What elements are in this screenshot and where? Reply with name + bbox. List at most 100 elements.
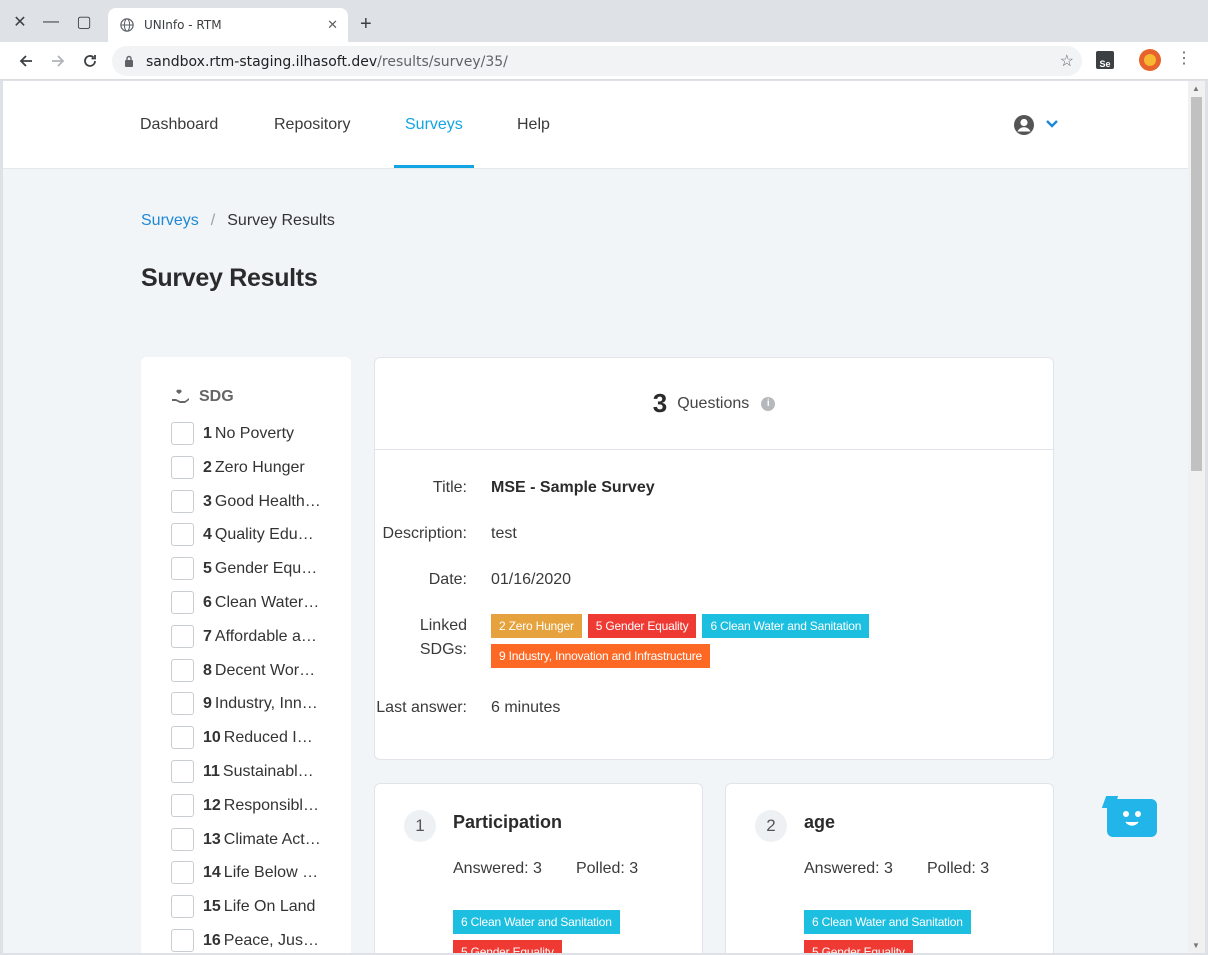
- sdg-checkbox[interactable]: [171, 489, 194, 513]
- sdg-checkbox[interactable]: [171, 624, 194, 648]
- extension-badge: Se: [1096, 51, 1114, 69]
- tab-title: UNInfo - RTM: [144, 18, 222, 32]
- survey-description: test: [491, 525, 517, 542]
- sdg-filter-label: 3Good Health and Well-being: [203, 493, 321, 511]
- title-label: Title:: [432, 479, 467, 496]
- scroll-up-arrow-icon[interactable]: ▲: [1192, 84, 1200, 93]
- date-label: Date:: [428, 571, 467, 588]
- sdg-name: Life Below Water: [223, 864, 321, 882]
- nav-surveys[interactable]: Surveys: [405, 116, 463, 134]
- reload-icon[interactable]: [79, 50, 101, 72]
- tab-close-icon[interactable]: ✕: [327, 17, 338, 33]
- page-viewport: Dashboard Repository Surveys Help Survey…: [3, 81, 1188, 953]
- breadcrumb-surveys-link[interactable]: Surveys: [141, 212, 199, 229]
- sdg-filter-label: 7Affordable and Clean Energy: [203, 628, 321, 646]
- sdg-filter-item[interactable]: 11Sustainable Cities and Communities: [171, 759, 321, 793]
- sdg-name: Zero Hunger: [214, 458, 305, 476]
- scroll-down-arrow-icon[interactable]: ▼: [1192, 941, 1200, 950]
- sdg-checkbox[interactable]: [171, 692, 194, 716]
- window-maximize-icon[interactable]: ▢: [71, 9, 97, 35]
- sdg-number: 12: [203, 796, 221, 814]
- user-circle-icon[interactable]: [1013, 114, 1035, 136]
- sdg-number: 2: [203, 458, 212, 476]
- browser-menu-icon[interactable]: ⋮: [1176, 51, 1192, 67]
- sdg-number: 4: [203, 526, 212, 544]
- sdg-number: 7: [203, 627, 212, 645]
- sdg-number: 14: [203, 864, 221, 882]
- nav-help[interactable]: Help: [517, 116, 550, 134]
- sdg-checkbox[interactable]: [171, 793, 194, 817]
- sdg-filter-item[interactable]: 5 Gender Equality: [171, 556, 321, 590]
- question-stats: Answered: 3 Polled: 3: [453, 860, 638, 878]
- sdg-checkbox[interactable]: [171, 726, 194, 750]
- question-card[interactable]: 2 age Answered: 3 Polled: 3 6 Clean Water…: [725, 783, 1054, 953]
- new-tab-button[interactable]: +: [360, 14, 372, 34]
- sdg-filter-item[interactable]: 6Clean Water and Sanitation: [171, 590, 321, 624]
- sdg-filter-item[interactable]: 16Peace, Justice and Strong Institutions: [171, 928, 321, 953]
- last-answer-label: Last answer:: [376, 699, 467, 716]
- browser-tab[interactable]: UNInfo - RTM ✕: [108, 8, 348, 42]
- info-icon[interactable]: i: [761, 396, 776, 411]
- nav-dashboard[interactable]: Dashboard: [140, 116, 218, 134]
- sdg-checkbox[interactable]: [171, 557, 194, 581]
- sdg-number: 6: [203, 593, 212, 611]
- sdg-checkbox[interactable]: [171, 523, 194, 547]
- scrollbar-thumb[interactable]: [1191, 97, 1202, 471]
- sdg-filter-label: 16Peace, Justice and Strong Institutions: [203, 932, 321, 950]
- sdg-filter-item[interactable]: 12Responsible Consumption and Production: [171, 793, 321, 827]
- sdg-name: Reduced Inequalities: [223, 729, 321, 747]
- sdg-filter-label: 13 Climate Action: [203, 831, 321, 849]
- sdg-name: Responsible Consumption and Production: [223, 796, 321, 814]
- sdg-checkbox[interactable]: [171, 861, 194, 885]
- sdg-tag: 5 Gender Equality: [804, 940, 913, 953]
- sdg-checkbox-list: 1No Poverty 2Zero Hunger 3Good Health an…: [171, 421, 321, 953]
- selenium-extension-icon[interactable]: Se: [1096, 51, 1114, 69]
- sdg-filter-panel: SDG 1 No Poverty 2 Zero Hunger 3 Good Healt…: [141, 357, 351, 953]
- sdg-name: Clean Water and Sanitation: [214, 593, 321, 611]
- forward-arrow-icon[interactable]: [47, 50, 69, 72]
- page-scrollbar[interactable]: ▲ ▼: [1188, 81, 1205, 953]
- nav-active-indicator: [394, 165, 474, 168]
- back-arrow-icon[interactable]: [15, 50, 37, 72]
- sdg-filter-item[interactable]: 15 Life On Land: [171, 894, 321, 928]
- sdg-number: 13: [203, 830, 221, 848]
- sdg-filter-label: 4Quality Education: [203, 526, 321, 544]
- sdg-filter-item[interactable]: 13 Climate Action: [171, 827, 321, 861]
- sdg-filter-item[interactable]: 4Quality Education: [171, 522, 321, 556]
- sdg-checkbox[interactable]: [171, 422, 194, 445]
- sdg-filter-item[interactable]: 14Life Below Water: [171, 860, 321, 894]
- linked-sdg-tags: 2 Zero Hunger 5 Gender Equality 6 Clean Wa…: [491, 614, 1031, 674]
- profile-avatar-icon[interactable]: [1139, 49, 1161, 76]
- sdg-checkbox[interactable]: [171, 590, 194, 614]
- hand-heart-icon: [172, 389, 189, 403]
- sdg-filter-item[interactable]: 7Affordable and Clean Energy: [171, 624, 321, 658]
- sdg-checkbox[interactable]: [171, 928, 194, 952]
- sdg-filter-item[interactable]: 2 Zero Hunger: [171, 455, 321, 489]
- sdg-filter-item[interactable]: 1 No Poverty: [171, 421, 321, 455]
- window-close-icon[interactable]: ✕: [7, 9, 33, 35]
- question-title: Participation: [453, 812, 563, 832]
- url-host: sandbox.rtm-staging.ilhasoft.dev: [146, 54, 378, 70]
- address-bar[interactable]: sandbox.rtm-staging.ilhasoft.dev/results…: [112, 46, 1082, 76]
- sdg-checkbox[interactable]: [171, 827, 194, 851]
- bookmark-star-icon[interactable]: ☆: [1060, 51, 1074, 71]
- sdg-number: 10: [203, 729, 221, 747]
- sdg-filter-item[interactable]: 9Industry, Innovation and Infrastructure: [171, 691, 321, 725]
- question-card[interactable]: 1 Participation Answered: 3 Polled: 3 6 C…: [374, 783, 703, 953]
- sdg-filter-item[interactable]: 10Reduced Inequalities: [171, 725, 321, 759]
- sdg-checkbox[interactable]: [171, 759, 194, 783]
- sdg-filter-label: 1 No Poverty: [203, 425, 321, 443]
- question-number: 1: [404, 810, 436, 842]
- question-number: 2: [755, 810, 787, 842]
- window-minimize-icon[interactable]: —: [38, 9, 64, 35]
- sdg-filter-item[interactable]: 8Decent Work and Economic Growth: [171, 658, 321, 692]
- sdg-checkbox[interactable]: [171, 895, 194, 919]
- nav-repository[interactable]: Repository: [274, 116, 350, 134]
- sdg-number: 1: [203, 425, 212, 442]
- chat-widget-button[interactable]: [1107, 799, 1157, 837]
- sdg-checkbox[interactable]: [171, 658, 194, 682]
- url-text: sandbox.rtm-staging.ilhasoft.dev/results…: [146, 54, 508, 70]
- sdg-checkbox[interactable]: [171, 455, 194, 479]
- chevron-down-icon[interactable]: [1045, 119, 1059, 129]
- sdg-filter-item[interactable]: 3Good Health and Well-being: [171, 489, 321, 523]
